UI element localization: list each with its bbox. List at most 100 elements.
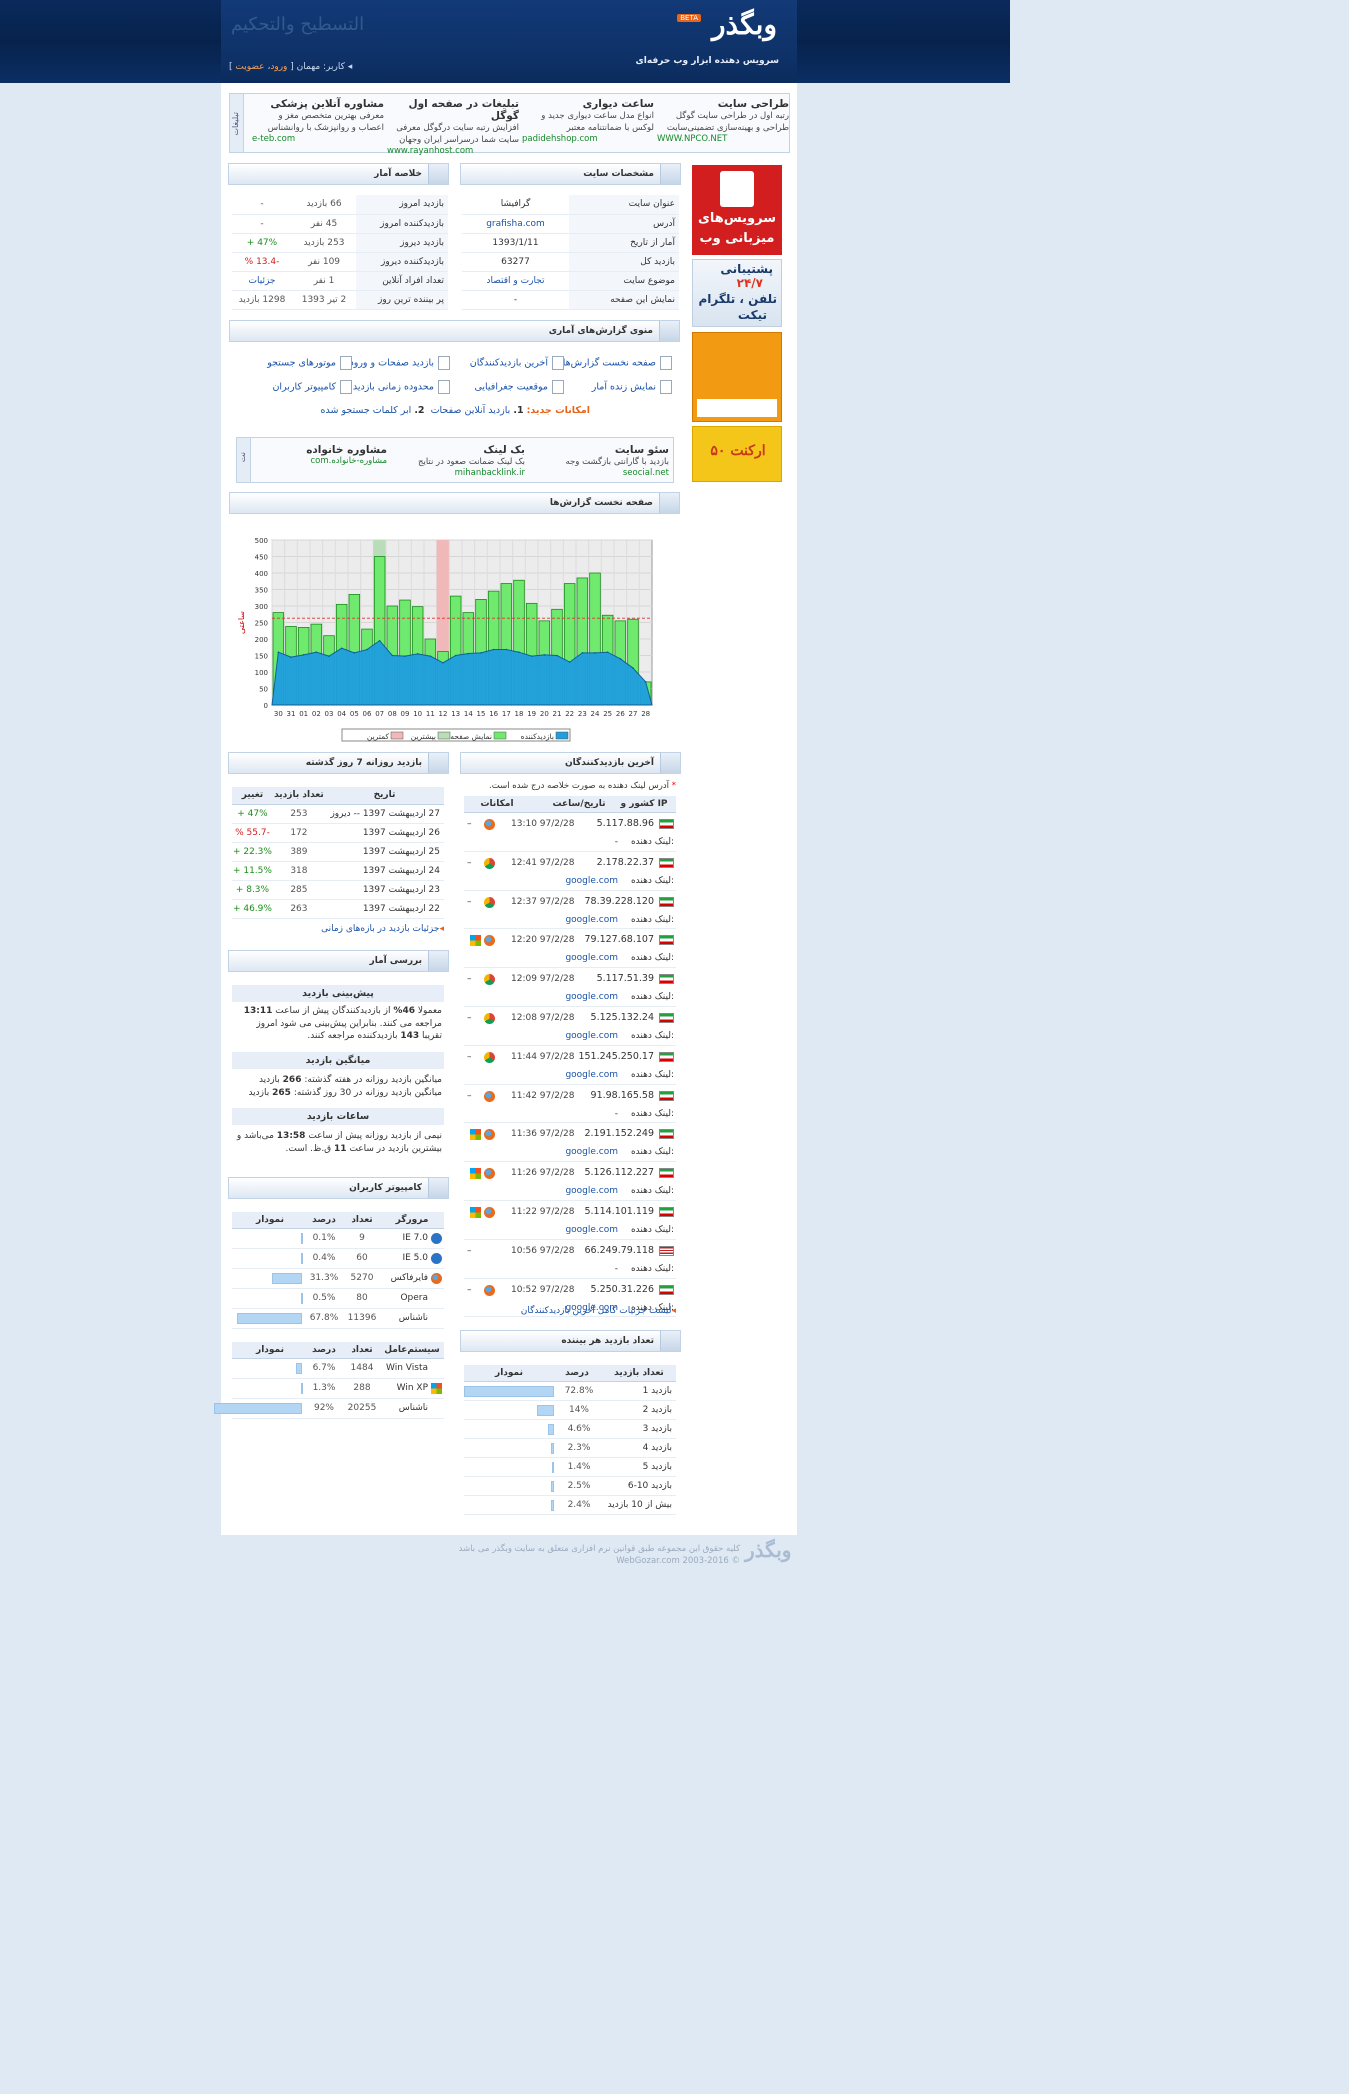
mid-ad-1[interactable]: سئو سایت بازدید با گارانتی بازگشت وجه seoc… — [539, 444, 669, 480]
y-tick-label: 150 — [255, 653, 268, 661]
referrer-value[interactable]: google.com — [565, 953, 618, 963]
x-tick-label: 12 — [439, 710, 448, 718]
top-ad-4[interactable]: مشاوره آنلاین پزشکی معرفی بهترین متخصص مغ… — [252, 98, 384, 150]
menu-pages[interactable]: بازدید صفحات و ورودی — [338, 356, 450, 370]
menu-search-engines[interactable]: موتورهای جستجو — [240, 356, 352, 370]
menu-geo[interactable]: موقعیت جغرافیایی — [452, 380, 564, 394]
site-info-title: مشخصات سایت — [583, 169, 654, 179]
visitor-ip[interactable]: 79.127.68.107 — [584, 934, 654, 945]
visitor-ip[interactable]: 5.117.88.96 — [597, 818, 654, 829]
row-name: Win XP — [396, 1383, 428, 1393]
x-tick-label: 06 — [363, 710, 372, 718]
menu-time-range[interactable]: محدوده زمانی بازدید — [338, 380, 450, 394]
visitor-ip[interactable]: 91.98.165.58 — [591, 1090, 654, 1101]
new-features-label: امکانات جدید: — [526, 405, 590, 416]
top-ad-2[interactable]: ساعت دیواری انواع مدل ساعت دیواری جدید و … — [522, 98, 654, 150]
column-header: تعداد بازدید — [614, 1368, 664, 1378]
mid-ad-title[interactable]: سئو سایت — [539, 444, 669, 456]
referrer-value[interactable]: google.com — [565, 1031, 618, 1041]
menu-item-label[interactable]: موقعیت جغرافیایی — [474, 382, 548, 393]
top-ad-title[interactable]: ساعت دیواری — [522, 98, 654, 110]
menu-live[interactable]: نمایش زنده آمار — [560, 380, 672, 394]
ie-icon — [431, 1233, 442, 1244]
row-value[interactable]: grafisha.com — [462, 214, 569, 234]
top-ad-title[interactable]: تبلیغات در صفحه اول گوگل — [387, 98, 520, 122]
top-ad-url[interactable]: WWW.NPCO.NET — [657, 134, 789, 144]
register-link[interactable]: عضویت — [235, 62, 264, 72]
column-header: تاریخ — [324, 787, 444, 805]
top-ad-1[interactable]: طراحی سایت رتبه اول در طراحی سایت گوگل طر… — [657, 98, 789, 150]
top-ad-title[interactable]: طراحی سایت — [657, 98, 789, 110]
visitor-ip[interactable]: 5.125.132.24 — [591, 1012, 654, 1023]
menu-home[interactable]: صفحه نخست گزارش‌ها — [560, 356, 672, 370]
menu-item-label[interactable]: کامپیوتر کاربران — [272, 382, 336, 393]
mid-ad-2[interactable]: بک لینک بک لینک ضمانت صعود در نتایج mihanb… — [395, 444, 525, 480]
referrer-value[interactable]: google.com — [565, 876, 618, 886]
mid-ad-title[interactable]: بک لینک — [395, 444, 525, 456]
visitor-point — [543, 654, 546, 656]
menu-item-label[interactable]: محدوده زمانی بازدید — [353, 382, 434, 393]
top-ad-url[interactable]: padidehshop.com — [522, 134, 654, 144]
menu-item-label[interactable]: بازدید صفحات و ورودی — [342, 358, 434, 369]
menu-item-label[interactable]: نمایش زنده آمار — [592, 382, 656, 393]
referrer-value[interactable]: google.com — [565, 1147, 618, 1157]
referrer-value[interactable]: google.com — [565, 1070, 618, 1080]
details-link[interactable]: جزئیات — [232, 271, 292, 291]
row-name: Opera — [400, 1293, 428, 1303]
column-header: درصد — [312, 1345, 336, 1355]
iran-flag-icon — [659, 1168, 674, 1179]
mid-ad-3[interactable]: مشاوره خانواده مشاوره-خانواده.com — [257, 444, 387, 480]
row-value[interactable]: تجارت و اقتصاد — [462, 271, 569, 291]
top-ad-url[interactable]: www.rayanhost.com — [387, 146, 519, 156]
online-pages-link[interactable]: بازدید آنلاین صفحات — [431, 405, 511, 416]
menu-item-label[interactable]: صفحه نخست گزارش‌ها — [563, 358, 656, 369]
login-link[interactable]: ورود — [270, 62, 287, 72]
menu-recent-visitors[interactable]: آخرین بازدیدکنندگان — [452, 356, 564, 370]
referrer-value[interactable]: google.com — [565, 992, 618, 1002]
mid-ad-url[interactable]: mihanbacklink.ir — [395, 468, 525, 478]
orange-ad[interactable] — [692, 332, 782, 422]
referrer-value: - — [614, 1108, 618, 1119]
visitor-ip[interactable]: 5.117.51.39 — [597, 973, 654, 984]
computers-header: کامپیوتر کاربران — [228, 1177, 449, 1199]
visitor-point — [568, 661, 571, 663]
site-logo[interactable]: وبگذر — [712, 8, 777, 41]
mid-ad-url[interactable]: مشاوره-خانواده.com — [257, 456, 387, 466]
visitor-ip[interactable]: 5.250.31.226 — [591, 1284, 654, 1295]
menu-item-label[interactable]: آخرین بازدیدکنندگان — [470, 358, 548, 369]
mid-ad-url[interactable]: seocial.net — [539, 468, 669, 478]
visitor-ip[interactable]: 66.249.79.118 — [584, 1245, 654, 1256]
visitor-ip[interactable]: 151.245.250.17 — [578, 1051, 654, 1062]
mid-ad-title[interactable]: مشاوره خانواده — [257, 444, 387, 456]
visitor-ip[interactable]: 5.114.101.119 — [584, 1206, 654, 1217]
top-ad-title[interactable]: مشاوره آنلاین پزشکی — [252, 98, 384, 110]
hosting-ad[interactable]: سرویس‌های میزبانی وب — [692, 165, 782, 255]
dash: – — [467, 896, 472, 907]
referrer-value[interactable]: google.com — [565, 1225, 618, 1235]
referrer-value[interactable]: google.com — [565, 1186, 618, 1196]
support-ad[interactable]: پشتیبانی ۲۴/۷ تلفن ، تلگرام تیکت — [692, 259, 782, 327]
daily-title: بازدید روزانه 7 روز گذشته — [305, 758, 422, 768]
visitor-point — [290, 656, 292, 658]
top-ad-3[interactable]: تبلیغات در صفحه اول گوگل افزایش رتبه سایت… — [387, 98, 520, 156]
full-recent-list-link[interactable]: لیست جزئیات کامل آخرین بازدیدکنندگان — [521, 1306, 672, 1316]
visitor-point — [518, 651, 520, 653]
visitor-ip[interactable]: 2.191.152.249 — [584, 1128, 654, 1139]
referrer-label: لینک دهنده: — [630, 1147, 674, 1158]
search-cloud-link[interactable]: ابر کلمات جستجو شده — [321, 405, 412, 416]
top-ad-url[interactable]: e-teb.com — [252, 134, 384, 144]
recent-footer: ◂لیست جزئیات کامل آخرین بازدیدکنندگان — [464, 1306, 676, 1316]
visitor-ip[interactable]: 78.39.228.120 — [584, 896, 654, 907]
referrer-value[interactable]: google.com — [565, 915, 618, 925]
menu-item-label[interactable]: موتورهای جستجو — [267, 358, 336, 369]
menu-computers[interactable]: کامپیوتر کاربران — [240, 380, 352, 394]
row-count: 11396 — [347, 1313, 377, 1323]
row-percent: 92% — [313, 1403, 334, 1413]
time-ranges-link[interactable]: جزئیات بازدید در بازه‌های زمانی — [321, 924, 439, 934]
percent-bar — [237, 1313, 302, 1324]
visitor-ip[interactable]: 2.178.22.37 — [597, 857, 654, 868]
visitor-ip[interactable]: 5.126.112.227 — [584, 1167, 654, 1178]
site-header: وبگذر BETA سرویس دهنده ابزار وب حرفه‌ای … — [0, 0, 1010, 83]
x-tick-label: 13 — [451, 710, 460, 718]
yellow-ad[interactable]: ۵۰ ارکنت — [692, 426, 782, 482]
